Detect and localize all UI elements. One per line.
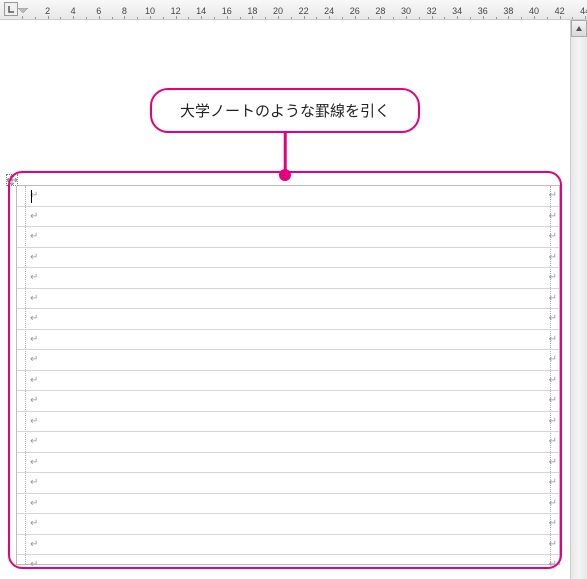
table-row[interactable]: ↵↵ (17, 453, 559, 474)
paragraph-mark-icon: ↵ (549, 354, 557, 365)
table-row[interactable]: ↵↵ (17, 289, 559, 310)
paragraph-mark-icon: ↵ (549, 231, 557, 242)
table-move-handle-icon[interactable] (6, 174, 18, 186)
paragraph-mark-icon: ↵ (549, 252, 557, 263)
table-row[interactable]: ↵↵ (17, 248, 559, 269)
ruler-number: 10 (145, 6, 155, 16)
text-cursor (31, 190, 32, 203)
paragraph-mark-icon: ↵ (549, 395, 557, 406)
table-row[interactable]: ↵↵ (17, 412, 559, 433)
table-row[interactable]: ↵↵ (17, 494, 559, 515)
callout-dot (279, 169, 291, 181)
paragraph-mark-icon: ↵ (30, 498, 38, 509)
ruler-number: 14 (196, 6, 206, 16)
table-row[interactable]: ↵↵ (17, 555, 559, 576)
paragraph-mark-icon: ↵ (30, 518, 38, 529)
paragraph-mark-icon: ↵ (30, 539, 38, 550)
paragraph-mark-icon: ↵ (30, 252, 38, 263)
table-row[interactable]: ↵↵ (17, 514, 559, 535)
ruler-number: 40 (529, 6, 539, 16)
paragraph-mark-icon: ↵ (549, 436, 557, 447)
paragraph-mark-icon: ↵ (549, 313, 557, 324)
ruler-number: 38 (503, 6, 513, 16)
table-row[interactable]: ↵↵ (17, 371, 559, 392)
ruler-number: 20 (273, 6, 283, 16)
table-row[interactable]: ↵↵ (17, 207, 559, 228)
ruler-number: 18 (247, 6, 257, 16)
paragraph-mark-icon: ↵ (549, 211, 557, 222)
table-row[interactable]: ↵↵ (17, 309, 559, 330)
paragraph-mark-icon: ↵ (30, 272, 38, 283)
ruler-number: 12 (171, 6, 181, 16)
paragraph-mark-icon: ↵ (30, 395, 38, 406)
table-row[interactable]: ↵↵ (17, 186, 559, 207)
ruler-number: 16 (222, 6, 232, 16)
ruler-number: 24 (324, 6, 334, 16)
table-row[interactable]: ↵↵ (17, 432, 559, 453)
ruler-number: 22 (299, 6, 309, 16)
table-row[interactable]: ↵↵ (17, 268, 559, 289)
scroll-up-button[interactable] (571, 20, 587, 37)
table-row[interactable]: ↵↵ (17, 473, 559, 494)
ruler-number: 4 (71, 6, 76, 16)
paragraph-mark-icon: ↵ (549, 416, 557, 427)
paragraph-mark-icon: ↵ (549, 518, 557, 529)
ruler-number: 34 (452, 6, 462, 16)
paragraph-mark-icon: ↵ (549, 477, 557, 488)
ruler-number: 28 (375, 6, 385, 16)
paragraph-mark-icon: ↵ (549, 272, 557, 283)
ruler-ticks: 2468101214161820222426283032343638404244 (22, 0, 587, 19)
table-row[interactable]: ↵↵ (17, 350, 559, 371)
paragraph-mark-icon: ↵ (549, 293, 557, 304)
ruler-number: 32 (427, 6, 437, 16)
callout-bubble: 大学ノートのような罫線を引く (150, 88, 420, 133)
paragraph-mark-icon: ↵ (30, 436, 38, 447)
paragraph-mark-icon: ↵ (30, 293, 38, 304)
ruler-number: 2 (45, 6, 50, 16)
annotation-callout: 大学ノートのような罫線を引く (150, 88, 420, 133)
callout-text: 大学ノートのような罫線を引く (180, 103, 390, 120)
paragraph-mark-icon: ↵ (30, 559, 38, 570)
paragraph-mark-icon: ↵ (30, 313, 38, 324)
paragraph-mark-icon: ↵ (30, 231, 38, 242)
paragraph-mark-icon: ↵ (549, 375, 557, 386)
vertical-scrollbar[interactable] (570, 20, 587, 579)
table-row[interactable]: ↵↵ (17, 227, 559, 248)
paragraph-mark-icon: ↵ (549, 498, 557, 509)
paragraph-mark-icon: ↵ (549, 334, 557, 345)
paragraph-mark-icon: ↵ (30, 477, 38, 488)
ruler-number: 44 (580, 6, 587, 16)
paragraph-mark-icon: ↵ (30, 354, 38, 365)
table-row[interactable]: ↵↵ (17, 330, 559, 351)
table-row[interactable]: ↵↵ (17, 391, 559, 412)
ruled-table[interactable]: ↵↵↵↵↵↵↵↵↵↵↵↵↵↵↵↵↵↵↵↵↵↵↵↵↵↵↵↵↵↵↵↵↵↵↵↵↵↵ (16, 185, 560, 565)
tab-selector-icon[interactable] (4, 2, 18, 16)
ruler-number: 30 (401, 6, 411, 16)
paragraph-mark-icon: ↵ (30, 457, 38, 468)
paragraph-mark-icon: ↵ (30, 211, 38, 222)
ruler-number: 6 (96, 6, 101, 16)
document-page: 大学ノートのような罫線を引く ↵↵↵↵↵↵↵↵↵↵↵↵↵↵↵↵↵↵↵↵↵↵↵↵↵… (0, 20, 570, 579)
paragraph-mark-icon: ↵ (30, 334, 38, 345)
paragraph-mark-icon: ↵ (549, 457, 557, 468)
paragraph-mark-icon: ↵ (30, 416, 38, 427)
ruler-number: 8 (122, 6, 127, 16)
ruler-number: 36 (478, 6, 488, 16)
paragraph-mark-icon: ↵ (549, 190, 557, 201)
table-row[interactable]: ↵↵ (17, 535, 559, 556)
horizontal-ruler: 2468101214161820222426283032343638404244 (0, 0, 587, 20)
paragraph-mark-icon: ↵ (549, 539, 557, 550)
ruler-number: 42 (555, 6, 565, 16)
ruler-number: 26 (350, 6, 360, 16)
paragraph-mark-icon: ↵ (549, 559, 557, 570)
paragraph-mark-icon: ↵ (30, 375, 38, 386)
